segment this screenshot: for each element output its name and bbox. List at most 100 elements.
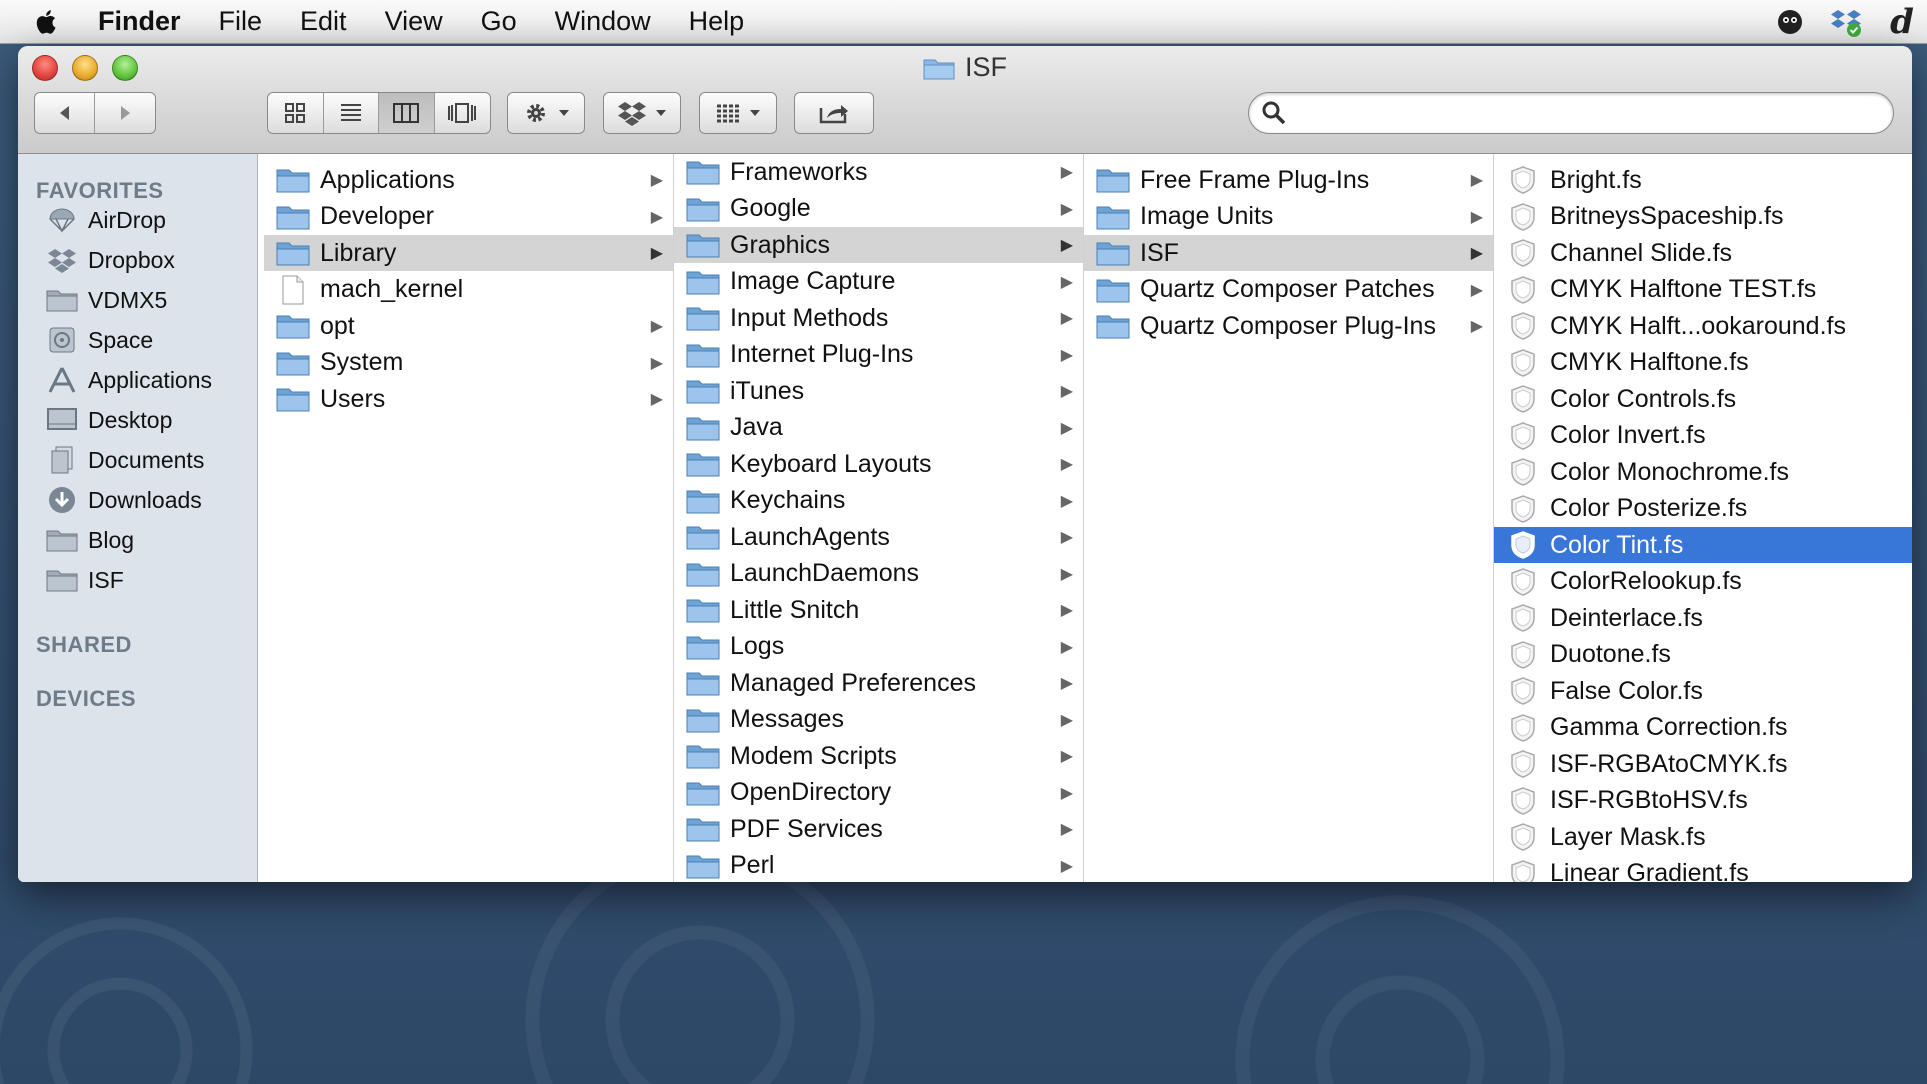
menu-view[interactable]: View	[385, 6, 443, 37]
shader-file-icon	[1506, 713, 1540, 742]
file-row[interactable]: CMYK Halftone.fs	[1494, 345, 1912, 381]
coverflow-view-button[interactable]	[435, 93, 491, 133]
file-row[interactable]: Color Controls.fs	[1494, 381, 1912, 417]
folder-row[interactable]: Quartz Composer Plug-Ins ▶	[1084, 308, 1493, 344]
column-view-button[interactable]	[379, 93, 435, 133]
sidebar-item-downloads[interactable]: Downloads	[46, 482, 202, 518]
file-row[interactable]: Color Monochrome.fs	[1494, 454, 1912, 490]
folder-row[interactable]: Input Methods ▶	[674, 300, 1083, 336]
file-row[interactable]: BritneysSpaceship.fs	[1494, 199, 1912, 235]
row-label: mach_kernel	[320, 275, 464, 303]
folder-row[interactable]: ISF ▶	[1084, 235, 1493, 271]
folder-row[interactable]: Logs ▶	[674, 629, 1083, 665]
folder-row[interactable]: LaunchAgents ▶	[674, 519, 1083, 555]
menu-window[interactable]: Window	[555, 6, 651, 37]
folder-row[interactable]: Image Units ▶	[1084, 199, 1493, 235]
folder-row[interactable]: Library ▶	[264, 235, 673, 271]
folder-row[interactable]: LaunchDaemons ▶	[674, 556, 1083, 592]
menu-go[interactable]: Go	[481, 6, 517, 37]
sidebar-item-blog[interactable]: Blog	[46, 522, 134, 558]
menu-file[interactable]: File	[219, 6, 263, 37]
folder-row[interactable]: Managed Preferences ▶	[674, 665, 1083, 701]
file-row[interactable]: Gamma Correction.fs	[1494, 710, 1912, 746]
menu-help[interactable]: Help	[689, 6, 745, 37]
file-row[interactable]: Layer Mask.fs	[1494, 819, 1912, 855]
sidebar-item-space[interactable]: Space	[46, 322, 153, 358]
folder-row[interactable]: Keyboard Layouts ▶	[674, 446, 1083, 482]
folder-row[interactable]: Graphics ▶	[674, 227, 1083, 263]
action-menu-button[interactable]	[507, 92, 585, 134]
file-row[interactable]: Color Posterize.fs	[1494, 491, 1912, 527]
sidebar-item-isf[interactable]: ISF	[46, 562, 124, 598]
search-input[interactable]	[1295, 100, 1893, 126]
folder-row[interactable]: Developer ▶	[264, 199, 673, 235]
folder-row[interactable]: Messages ▶	[674, 702, 1083, 738]
search-field[interactable]	[1248, 92, 1894, 134]
sidebar-item-dropbox[interactable]: Dropbox	[46, 242, 175, 278]
folder-row[interactable]: Google ▶	[674, 191, 1083, 227]
file-row[interactable]: ISF-RGBAtoCMYK.fs	[1494, 746, 1912, 782]
sidebar-item-documents[interactable]: Documents	[46, 442, 204, 478]
file-row[interactable]: Duotone.fs	[1494, 637, 1912, 673]
arrange-menu-button[interactable]	[699, 92, 777, 134]
row-label: Logs	[730, 632, 785, 660]
apple-menu-icon[interactable]	[32, 7, 62, 37]
folder-row[interactable]: Keychains ▶	[674, 483, 1083, 519]
shader-file-icon	[1506, 567, 1540, 596]
folder-row[interactable]: Java ▶	[674, 410, 1083, 446]
sidebar-item-airdrop[interactable]: AirDrop	[46, 202, 166, 238]
folder-row[interactable]: opt ▶	[264, 308, 673, 344]
folder-row[interactable]: Quartz Composer Patches ▶	[1084, 272, 1493, 308]
column-root[interactable]: Applications ▶ Developer ▶ Library ▶ mach_kern…	[264, 154, 674, 882]
folder-row[interactable]: Internet Plug-Ins ▶	[674, 337, 1083, 373]
folder-row[interactable]: Users ▶	[264, 381, 673, 417]
folder-row[interactable]: System ▶	[264, 345, 673, 381]
column-graphics[interactable]: Free Frame Plug-Ins ▶ Image Units ▶ ISF ▶ Quar…	[1084, 154, 1494, 882]
dropbox-menu-button[interactable]	[603, 92, 681, 134]
row-label: opt	[320, 311, 355, 340]
list-view-button[interactable]	[324, 93, 379, 133]
icon-view-button[interactable]	[268, 93, 324, 133]
folder-icon	[923, 59, 955, 79]
folder-row[interactable]: OpenDirectory ▶	[674, 775, 1083, 811]
menu-edit[interactable]: Edit	[300, 6, 347, 37]
file-row[interactable]: Deinterlace.fs	[1494, 600, 1912, 636]
sidebar: FAVORITES AirDrop Dropbox VDMX5 Space Ap…	[18, 154, 258, 882]
folder-row[interactable]: Applications ▶	[264, 162, 673, 198]
file-row[interactable]: ColorRelookup.fs	[1494, 564, 1912, 600]
folder-row[interactable]: Perl ▶	[674, 848, 1083, 883]
sidebar-item-desktop[interactable]: Desktop	[46, 402, 172, 438]
file-row[interactable]: Bright.fs	[1494, 162, 1912, 198]
sidebar-item-applications[interactable]: Applications	[46, 362, 212, 398]
file-row[interactable]: Channel Slide.fs	[1494, 235, 1912, 271]
devices-header[interactable]: DEVICES	[36, 686, 136, 712]
folder-row[interactable]: Free Frame Plug-Ins ▶	[1084, 162, 1493, 198]
column-library[interactable]: Frameworks ▶ Google ▶ Graphics ▶ Image Capture…	[674, 154, 1084, 882]
sidebar-item-vdmx5[interactable]: VDMX5	[46, 282, 167, 318]
little-snitch-icon[interactable]	[1773, 5, 1807, 39]
file-row[interactable]: Color Tint.fs	[1494, 527, 1912, 563]
forward-button[interactable]	[95, 93, 155, 133]
folder-icon	[276, 239, 310, 267]
back-button[interactable]	[35, 93, 96, 133]
share-button[interactable]	[794, 92, 874, 134]
file-row[interactable]: Color Invert.fs	[1494, 418, 1912, 454]
folder-row[interactable]: PDF Services ▶	[674, 811, 1083, 847]
disclosure-arrow-icon: ▶	[1060, 675, 1073, 692]
column-isf[interactable]: Bright.fs BritneysSpaceship.fs Channel Sli…	[1494, 154, 1912, 882]
file-row[interactable]: CMYK Halftone TEST.fs	[1494, 272, 1912, 308]
dropbox-sync-icon[interactable]	[1829, 5, 1863, 39]
d-app-icon[interactable]: d	[1885, 2, 1919, 42]
file-row[interactable]: ISF-RGBtoHSV.fs	[1494, 783, 1912, 819]
file-row[interactable]: Linear Gradient.fs	[1494, 856, 1912, 882]
folder-row[interactable]: Little Snitch ▶	[674, 592, 1083, 628]
menu-finder[interactable]: Finder	[98, 6, 181, 37]
shared-header[interactable]: SHARED	[36, 632, 132, 658]
folder-row[interactable]: Frameworks ▶	[674, 154, 1083, 190]
file-row[interactable]: CMYK Halft...ookaround.fs	[1494, 308, 1912, 344]
file-row[interactable]: mach_kernel	[264, 272, 673, 308]
folder-row[interactable]: iTunes ▶	[674, 373, 1083, 409]
folder-row[interactable]: Image Capture ▶	[674, 264, 1083, 300]
folder-row[interactable]: Modem Scripts ▶	[674, 738, 1083, 774]
file-row[interactable]: False Color.fs	[1494, 673, 1912, 709]
